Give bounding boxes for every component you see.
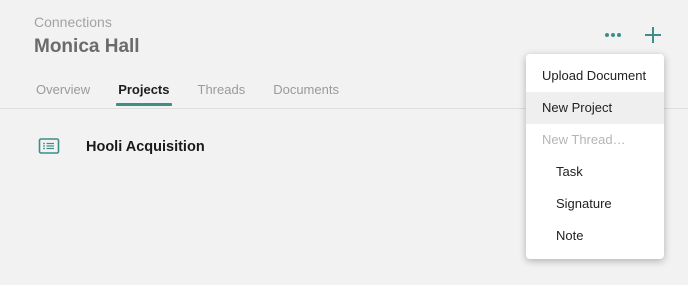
header-actions — [600, 22, 666, 48]
more-horizontal-icon — [605, 33, 621, 37]
tab-bar: Overview Projects Threads Documents — [34, 82, 341, 106]
connection-page: Connections Monica Hall Overview Project… — [0, 0, 688, 285]
menu-item-note[interactable]: Note — [526, 220, 664, 252]
tab-threads[interactable]: Threads — [196, 82, 248, 105]
list-item[interactable]: Hooli Acquisition — [38, 136, 205, 158]
add-button[interactable] — [640, 22, 666, 48]
add-menu: Upload Document New Project New Thread… … — [526, 54, 664, 259]
page-title: Monica Hall — [34, 36, 140, 57]
more-options-button[interactable] — [600, 22, 626, 48]
tab-projects[interactable]: Projects — [116, 82, 172, 106]
menu-item-upload-document[interactable]: Upload Document — [526, 60, 664, 92]
breadcrumb[interactable]: Connections — [34, 14, 112, 30]
menu-item-signature[interactable]: Signature — [526, 188, 664, 220]
plus-icon — [645, 27, 661, 43]
tab-overview[interactable]: Overview — [34, 82, 92, 105]
project-name: Hooli Acquisition — [86, 139, 205, 155]
tab-documents[interactable]: Documents — [271, 82, 341, 105]
project-list-icon — [38, 138, 60, 154]
menu-item-new-project[interactable]: New Project — [526, 92, 664, 124]
menu-item-new-thread-header: New Thread… — [542, 132, 626, 147]
menu-item-task[interactable]: Task — [526, 156, 664, 188]
